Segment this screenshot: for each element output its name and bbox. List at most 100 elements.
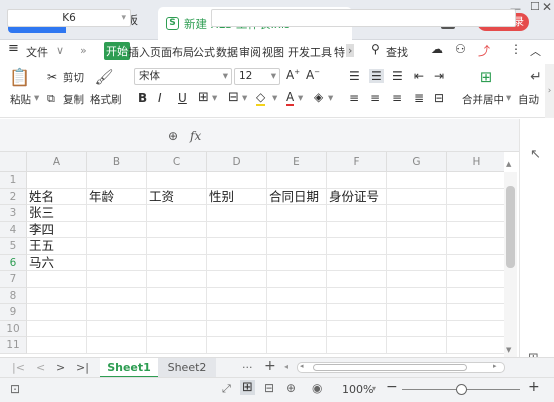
cell-a2[interactable]: 姓名	[27, 188, 87, 205]
cell-e4[interactable]	[267, 221, 327, 238]
last-sheet-icon[interactable]: >|	[76, 361, 89, 374]
sheet-scroll-left-icon[interactable]: ◂	[284, 362, 288, 371]
menu-developer[interactable]: 开发工具	[288, 44, 332, 60]
cell-e2[interactable]: 合同日期	[267, 188, 327, 205]
cell-f10[interactable]	[327, 320, 387, 337]
bold-icon[interactable]: B	[138, 91, 147, 105]
cell-c7[interactable]	[147, 271, 207, 288]
cell-g9[interactable]	[387, 304, 447, 321]
zoom-level[interactable]: 100%	[342, 383, 373, 396]
row-header-10[interactable]: 10	[0, 320, 27, 337]
cell-d7[interactable]	[207, 271, 267, 288]
align-right-icon[interactable]: ≡	[392, 91, 402, 105]
align-center-icon[interactable]: ≡	[370, 91, 380, 105]
maximize-icon[interactable]: ☐	[530, 0, 540, 13]
row-header-8[interactable]: 8	[0, 287, 27, 304]
scroll-down-icon[interactable]: ▼	[506, 346, 511, 354]
increase-font-icon[interactable]: A+	[286, 68, 300, 82]
cell-e10[interactable]	[267, 320, 327, 337]
align-left-icon[interactable]: ≡	[349, 91, 359, 105]
hscroll-left-icon[interactable]: ◂	[300, 362, 304, 370]
format-painter-icon[interactable]: 🖌	[94, 67, 114, 87]
cell-h8[interactable]	[447, 288, 504, 304]
cell-b11[interactable]	[87, 337, 147, 354]
fx-icon[interactable]: fx	[190, 129, 201, 143]
borders-dropdown-icon[interactable]: ▾	[212, 92, 217, 104]
collapse-ribbon-icon[interactable]: ︿	[530, 43, 541, 59]
row-header-9[interactable]: 9	[0, 304, 27, 321]
page-layout-view-icon[interactable]: ⊕	[286, 381, 296, 395]
row-header-2[interactable]: 2	[0, 188, 27, 205]
cell-c11[interactable]	[147, 337, 207, 354]
cell-h11[interactable]	[447, 337, 504, 354]
cell-g6[interactable]	[387, 254, 447, 271]
menu-start[interactable]: 开始	[104, 42, 130, 60]
cell-h9[interactable]	[447, 304, 504, 321]
cell-a7[interactable]	[27, 271, 87, 288]
merge-center-icon[interactable]: ⊞	[476, 68, 496, 86]
column-header-e[interactable]: E	[267, 152, 327, 172]
menu-more-arrow-icon[interactable]: ›	[346, 44, 355, 57]
row-header-1[interactable]: 1	[0, 172, 27, 189]
zoom-dropdown-icon[interactable]: ▾	[372, 384, 376, 393]
borders-icon[interactable]: ⊞	[198, 90, 209, 105]
cell-d4[interactable]	[207, 221, 267, 238]
cell-b7[interactable]	[87, 271, 147, 288]
column-header-d[interactable]: D	[207, 152, 267, 172]
cell-h4[interactable]	[447, 222, 504, 238]
cell-h3[interactable]	[447, 205, 504, 222]
column-header-a[interactable]: A	[27, 152, 87, 172]
paste-icon[interactable]: 📋	[9, 68, 30, 88]
cell-g7[interactable]	[387, 271, 447, 288]
cell-d11[interactable]	[207, 337, 267, 354]
cell-f4[interactable]	[327, 221, 387, 238]
copy-icon[interactable]: ⧉	[47, 92, 55, 106]
format-painter-button[interactable]: 格式刷	[90, 92, 122, 107]
scroll-up-icon[interactable]: ▲	[506, 160, 511, 168]
search-icon[interactable]: ⚲	[371, 42, 380, 56]
cell-h2[interactable]	[447, 189, 504, 205]
align-middle-icon[interactable]: ☰	[369, 69, 384, 83]
cell-b2[interactable]: 年龄	[87, 188, 147, 205]
cell-g11[interactable]	[387, 337, 447, 354]
font-color-icon[interactable]: A	[286, 90, 295, 106]
cell-e6[interactable]	[267, 254, 327, 271]
copy-button[interactable]: 复制	[63, 92, 84, 107]
cell-d9[interactable]	[207, 304, 267, 321]
cell-b9[interactable]	[87, 304, 147, 321]
zoom-slider-knob[interactable]	[456, 384, 467, 395]
row-header-3[interactable]: 3	[0, 205, 27, 222]
font-color-dropdown-icon[interactable]: ▾	[298, 92, 303, 104]
cell-b3[interactable]	[87, 205, 147, 222]
cell-b4[interactable]	[87, 221, 147, 238]
row-header-4[interactable]: 4	[0, 221, 27, 238]
cell-a10[interactable]	[27, 320, 87, 337]
macro-icon[interactable]: ⊡	[10, 382, 20, 396]
cell-e11[interactable]	[267, 337, 327, 354]
select-cursor-icon[interactable]: ↖	[530, 147, 541, 162]
row-header-7[interactable]: 7	[0, 271, 27, 288]
cell-e3[interactable]	[267, 205, 327, 222]
cell-g3[interactable]	[387, 205, 447, 222]
indent-decrease-icon[interactable]: ⇤	[414, 69, 424, 83]
cell-a5[interactable]: 王五	[27, 238, 87, 255]
vertical-scrollbar-thumb[interactable]	[506, 186, 515, 268]
cell-e8[interactable]	[267, 287, 327, 304]
paste-dropdown-icon[interactable]: ▾	[34, 92, 39, 104]
cut-button[interactable]: 剪切	[63, 70, 84, 85]
cell-h10[interactable]	[447, 321, 504, 337]
next-sheet-icon[interactable]: >	[56, 361, 65, 374]
menu-special[interactable]: 特	[334, 44, 345, 60]
row-header-6[interactable]: 6	[0, 254, 27, 271]
file-chevron-icon[interactable]: ∨	[56, 44, 64, 57]
more-sheets-button[interactable]: ···	[242, 361, 253, 374]
normal-view-icon[interactable]: ⊞	[240, 380, 255, 395]
row-header-11[interactable]: 11	[0, 337, 27, 354]
horizontal-scrollbar-thumb[interactable]	[313, 364, 467, 371]
merge-center-button[interactable]: 合并居中	[462, 92, 504, 107]
align-bottom-icon[interactable]: ☰	[392, 69, 403, 83]
cell-b5[interactable]	[87, 238, 147, 255]
cell-g5[interactable]	[387, 238, 447, 255]
merge-dropdown-icon[interactable]: ▾	[506, 92, 511, 104]
paste-button[interactable]: 粘贴	[10, 92, 31, 107]
